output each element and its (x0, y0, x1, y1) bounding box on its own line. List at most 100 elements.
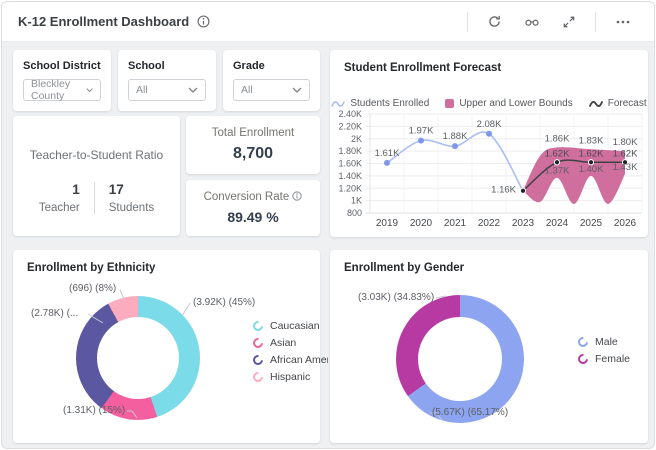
svg-text:1.83K: 1.83K (579, 135, 604, 146)
ethnicity-legend: Caucasian Asian African American Hispani… (253, 320, 328, 383)
filter-grade: Grade All (223, 50, 320, 111)
teacher-student-ratio-card: Teacher-to-Student Ratio 1 Teacher 17 St… (13, 116, 180, 236)
ring-icon (576, 335, 590, 349)
svg-text:1.86K: 1.86K (545, 133, 570, 144)
svg-text:1.97K: 1.97K (409, 126, 434, 137)
forecast-chart[interactable]: 2.40K2.20K2K1.80K1.60K1.40K1.20K1K800201… (330, 110, 648, 234)
legend-bounds[interactable]: Upper and Lower Bounds (445, 98, 572, 109)
svg-text:1.60K: 1.60K (338, 159, 362, 169)
more-icon (615, 15, 631, 29)
ring-icon (251, 370, 265, 384)
filter-label: Grade (233, 60, 310, 72)
svg-text:800: 800 (347, 208, 362, 218)
callout-male: (5.67K) (65.17%) (432, 407, 508, 418)
ring-icon (251, 319, 265, 333)
filter-label: School District (23, 60, 101, 72)
ring-icon (251, 353, 265, 367)
preview-button[interactable] (517, 10, 547, 33)
donut-hole (97, 317, 179, 399)
legend-students-enrolled[interactable]: Students Enrolled (331, 98, 429, 109)
forecast-legend: Students Enrolled Upper and Lower Bounds… (330, 98, 648, 109)
grade-select[interactable]: All (233, 79, 310, 101)
conversion-rate-label: Conversion Rate (204, 191, 303, 203)
info-icon[interactable] (197, 15, 210, 28)
svg-text:2.20K: 2.20K (338, 121, 362, 131)
filter-school-district: School District Bleckley County (13, 50, 111, 111)
refresh-button[interactable] (480, 10, 509, 33)
gender-card: Enrollment by Gender (3.03K) (34.83%) (5… (330, 250, 648, 443)
svg-text:2.08K: 2.08K (477, 119, 502, 130)
conversion-rate-value: 89.49 % (227, 209, 278, 225)
school-select[interactable]: All (128, 79, 206, 101)
header-toolbar (463, 10, 638, 33)
gender-title: Enrollment by Gender (330, 250, 648, 274)
svg-text:1.80K: 1.80K (338, 146, 362, 156)
ethnicity-card: Enrollment by Ethnicity (3.92K) (45%) (1… (13, 250, 320, 443)
ratio-title: Teacher-to-Student Ratio (13, 148, 180, 162)
students-label: Students (109, 202, 154, 214)
donut-hole (418, 317, 502, 401)
dashboard-window: K-12 Enrollment Dashboard (1, 1, 655, 449)
ratio-left: 1 Teacher (25, 182, 94, 214)
svg-text:2K: 2K (351, 134, 362, 144)
page-title: K-12 Enrollment Dashboard (18, 14, 189, 29)
total-enrollment-value: 8,700 (233, 145, 273, 163)
svg-text:1.61K: 1.61K (375, 148, 400, 159)
callout-female: (3.03K) (34.83%) (358, 292, 434, 303)
band-swatch-icon (445, 99, 454, 108)
svg-text:1.80K: 1.80K (613, 137, 638, 148)
legend-item-female[interactable]: Female (578, 353, 630, 365)
info-icon[interactable] (292, 191, 302, 201)
school-district-select[interactable]: Bleckley County (23, 79, 101, 101)
legend-item-caucasian[interactable]: Caucasian (253, 320, 328, 332)
legend-label: African American (270, 354, 328, 366)
line-series-icon (331, 99, 345, 109)
legend-label: Male (595, 336, 618, 348)
callout-hispanic: (696) (8%) (69, 283, 116, 294)
svg-text:1K: 1K (351, 196, 362, 206)
legend-label: Female (595, 353, 630, 365)
select-value: All (241, 84, 253, 96)
legend-item-asian[interactable]: Asian (253, 337, 328, 349)
select-value: Bleckley County (31, 78, 86, 102)
teacher-label: Teacher (39, 202, 80, 214)
svg-text:2026: 2026 (614, 218, 637, 229)
forecast-title: Student Enrollment Forecast (330, 50, 648, 74)
ratio-values: 1 Teacher 17 Students (13, 182, 180, 214)
callout-african-american: (2.78K) (... (31, 308, 78, 319)
legend-item-hispanic[interactable]: Hispanic (253, 371, 328, 383)
chevron-down-icon (86, 87, 93, 93)
legend-label: Upper and Lower Bounds (459, 98, 572, 109)
legend-label: Hispanic (270, 371, 310, 383)
legend-forecast[interactable]: Forecast (589, 98, 647, 109)
legend-item-male[interactable]: Male (578, 336, 630, 348)
legend-label: Asian (270, 337, 296, 349)
svg-text:1.62K: 1.62K (545, 148, 570, 159)
toolbar-divider (595, 12, 596, 32)
header: K-12 Enrollment Dashboard (2, 2, 654, 42)
forecast-card: Student Enrollment Forecast Students Enr… (330, 50, 648, 237)
svg-text:2023: 2023 (512, 218, 535, 229)
svg-text:2021: 2021 (444, 218, 467, 229)
legend-label: Forecast (608, 98, 647, 109)
legend-label: Caucasian (270, 320, 320, 332)
chevron-down-icon (188, 87, 198, 93)
gender-donut[interactable] (396, 295, 524, 423)
legend-label: Students Enrolled (350, 98, 429, 109)
filter-label: School (128, 60, 206, 72)
svg-text:2.40K: 2.40K (338, 110, 362, 119)
total-enrollment-card: Total Enrollment 8,700 (186, 116, 320, 174)
legend-item-african-american[interactable]: African American (253, 354, 328, 366)
more-button[interactable] (608, 11, 638, 33)
svg-text:1.62K: 1.62K (579, 148, 604, 159)
ethnicity-donut[interactable] (76, 296, 200, 420)
ratio-right: 17 Students (94, 182, 168, 214)
select-value: All (136, 84, 148, 96)
toolbar-divider (467, 12, 468, 32)
svg-text:2020: 2020 (410, 218, 433, 229)
expand-button[interactable] (555, 11, 583, 33)
svg-text:1.88K: 1.88K (443, 131, 468, 142)
ring-icon (251, 336, 265, 350)
teacher-count: 1 (39, 182, 80, 197)
svg-text:1.40K: 1.40K (338, 171, 362, 181)
